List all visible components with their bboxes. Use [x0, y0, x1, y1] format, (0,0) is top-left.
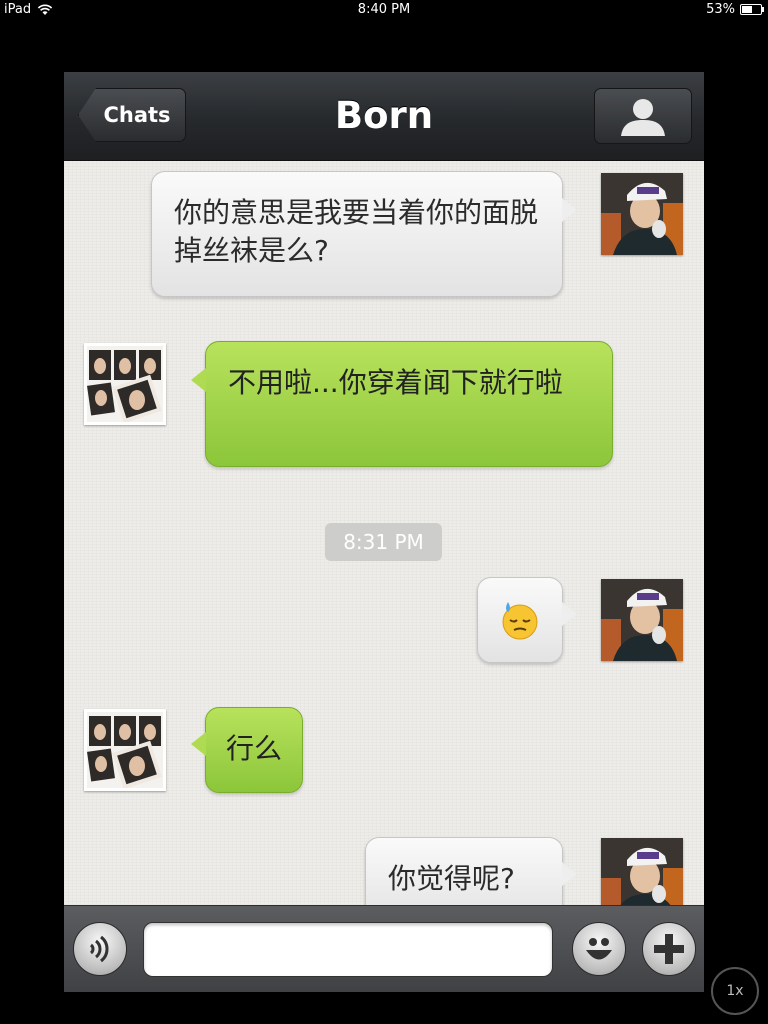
message-input[interactable]	[143, 922, 553, 977]
voice-icon	[89, 935, 109, 963]
message-bubble-received[interactable]: 行么	[191, 707, 303, 793]
avatar-photo-icon	[87, 346, 163, 424]
smiley-icon	[586, 938, 612, 960]
sweat-emoji-icon	[502, 602, 538, 640]
message-bubble-received[interactable]: 不用啦...你穿着闻下就行啦	[191, 341, 613, 467]
input-bar	[64, 905, 704, 992]
avatar-photo-icon	[87, 712, 163, 790]
profile-button[interactable]	[594, 88, 692, 144]
zoom-button[interactable]: 1x	[711, 967, 759, 1015]
person-icon	[621, 99, 665, 136]
status-time: 8:40 PM	[357, 2, 411, 17]
avatar-photo-icon	[601, 579, 683, 661]
message-text: 不用啦...你穿着闻下就行啦	[228, 366, 563, 399]
avatar-photo-icon	[601, 173, 683, 255]
contact-avatar[interactable]	[84, 343, 166, 425]
chat-window: Chats Born 你的意思是我要当着你的面脱掉丝袜是么? 不用啦...你穿着…	[64, 72, 704, 992]
contact-avatar[interactable]	[84, 709, 166, 791]
voice-button[interactable]	[73, 922, 127, 976]
status-bar: iPad 8:40 PM 53%	[0, 0, 768, 20]
timestamp-badge: 8:31 PM	[325, 523, 442, 561]
my-avatar[interactable]	[601, 579, 683, 661]
message-list[interactable]: 你的意思是我要当着你的面脱掉丝袜是么? 不用啦...你穿着闻下就行啦 8:31 …	[64, 161, 704, 905]
battery-percent: 53%	[706, 2, 735, 17]
emoji-button[interactable]	[572, 922, 626, 976]
avatar-photo-icon	[601, 838, 683, 905]
message-text: 行么	[226, 732, 283, 765]
add-button[interactable]	[642, 922, 696, 976]
my-avatar[interactable]	[601, 838, 683, 905]
battery-icon	[740, 4, 764, 15]
message-text: 你觉得呢?	[388, 862, 515, 895]
message-text: 你的意思是我要当着你的面脱掉丝袜是么?	[174, 196, 539, 267]
message-bubble-sent[interactable]: 你的意思是我要当着你的面脱掉丝袜是么?	[151, 171, 577, 297]
message-bubble-sent[interactable]: 你觉得呢?	[365, 837, 577, 905]
my-avatar[interactable]	[601, 173, 683, 255]
nav-bar: Chats Born	[64, 72, 704, 161]
message-bubble-sent[interactable]	[477, 577, 577, 663]
plus-icon	[654, 934, 684, 964]
